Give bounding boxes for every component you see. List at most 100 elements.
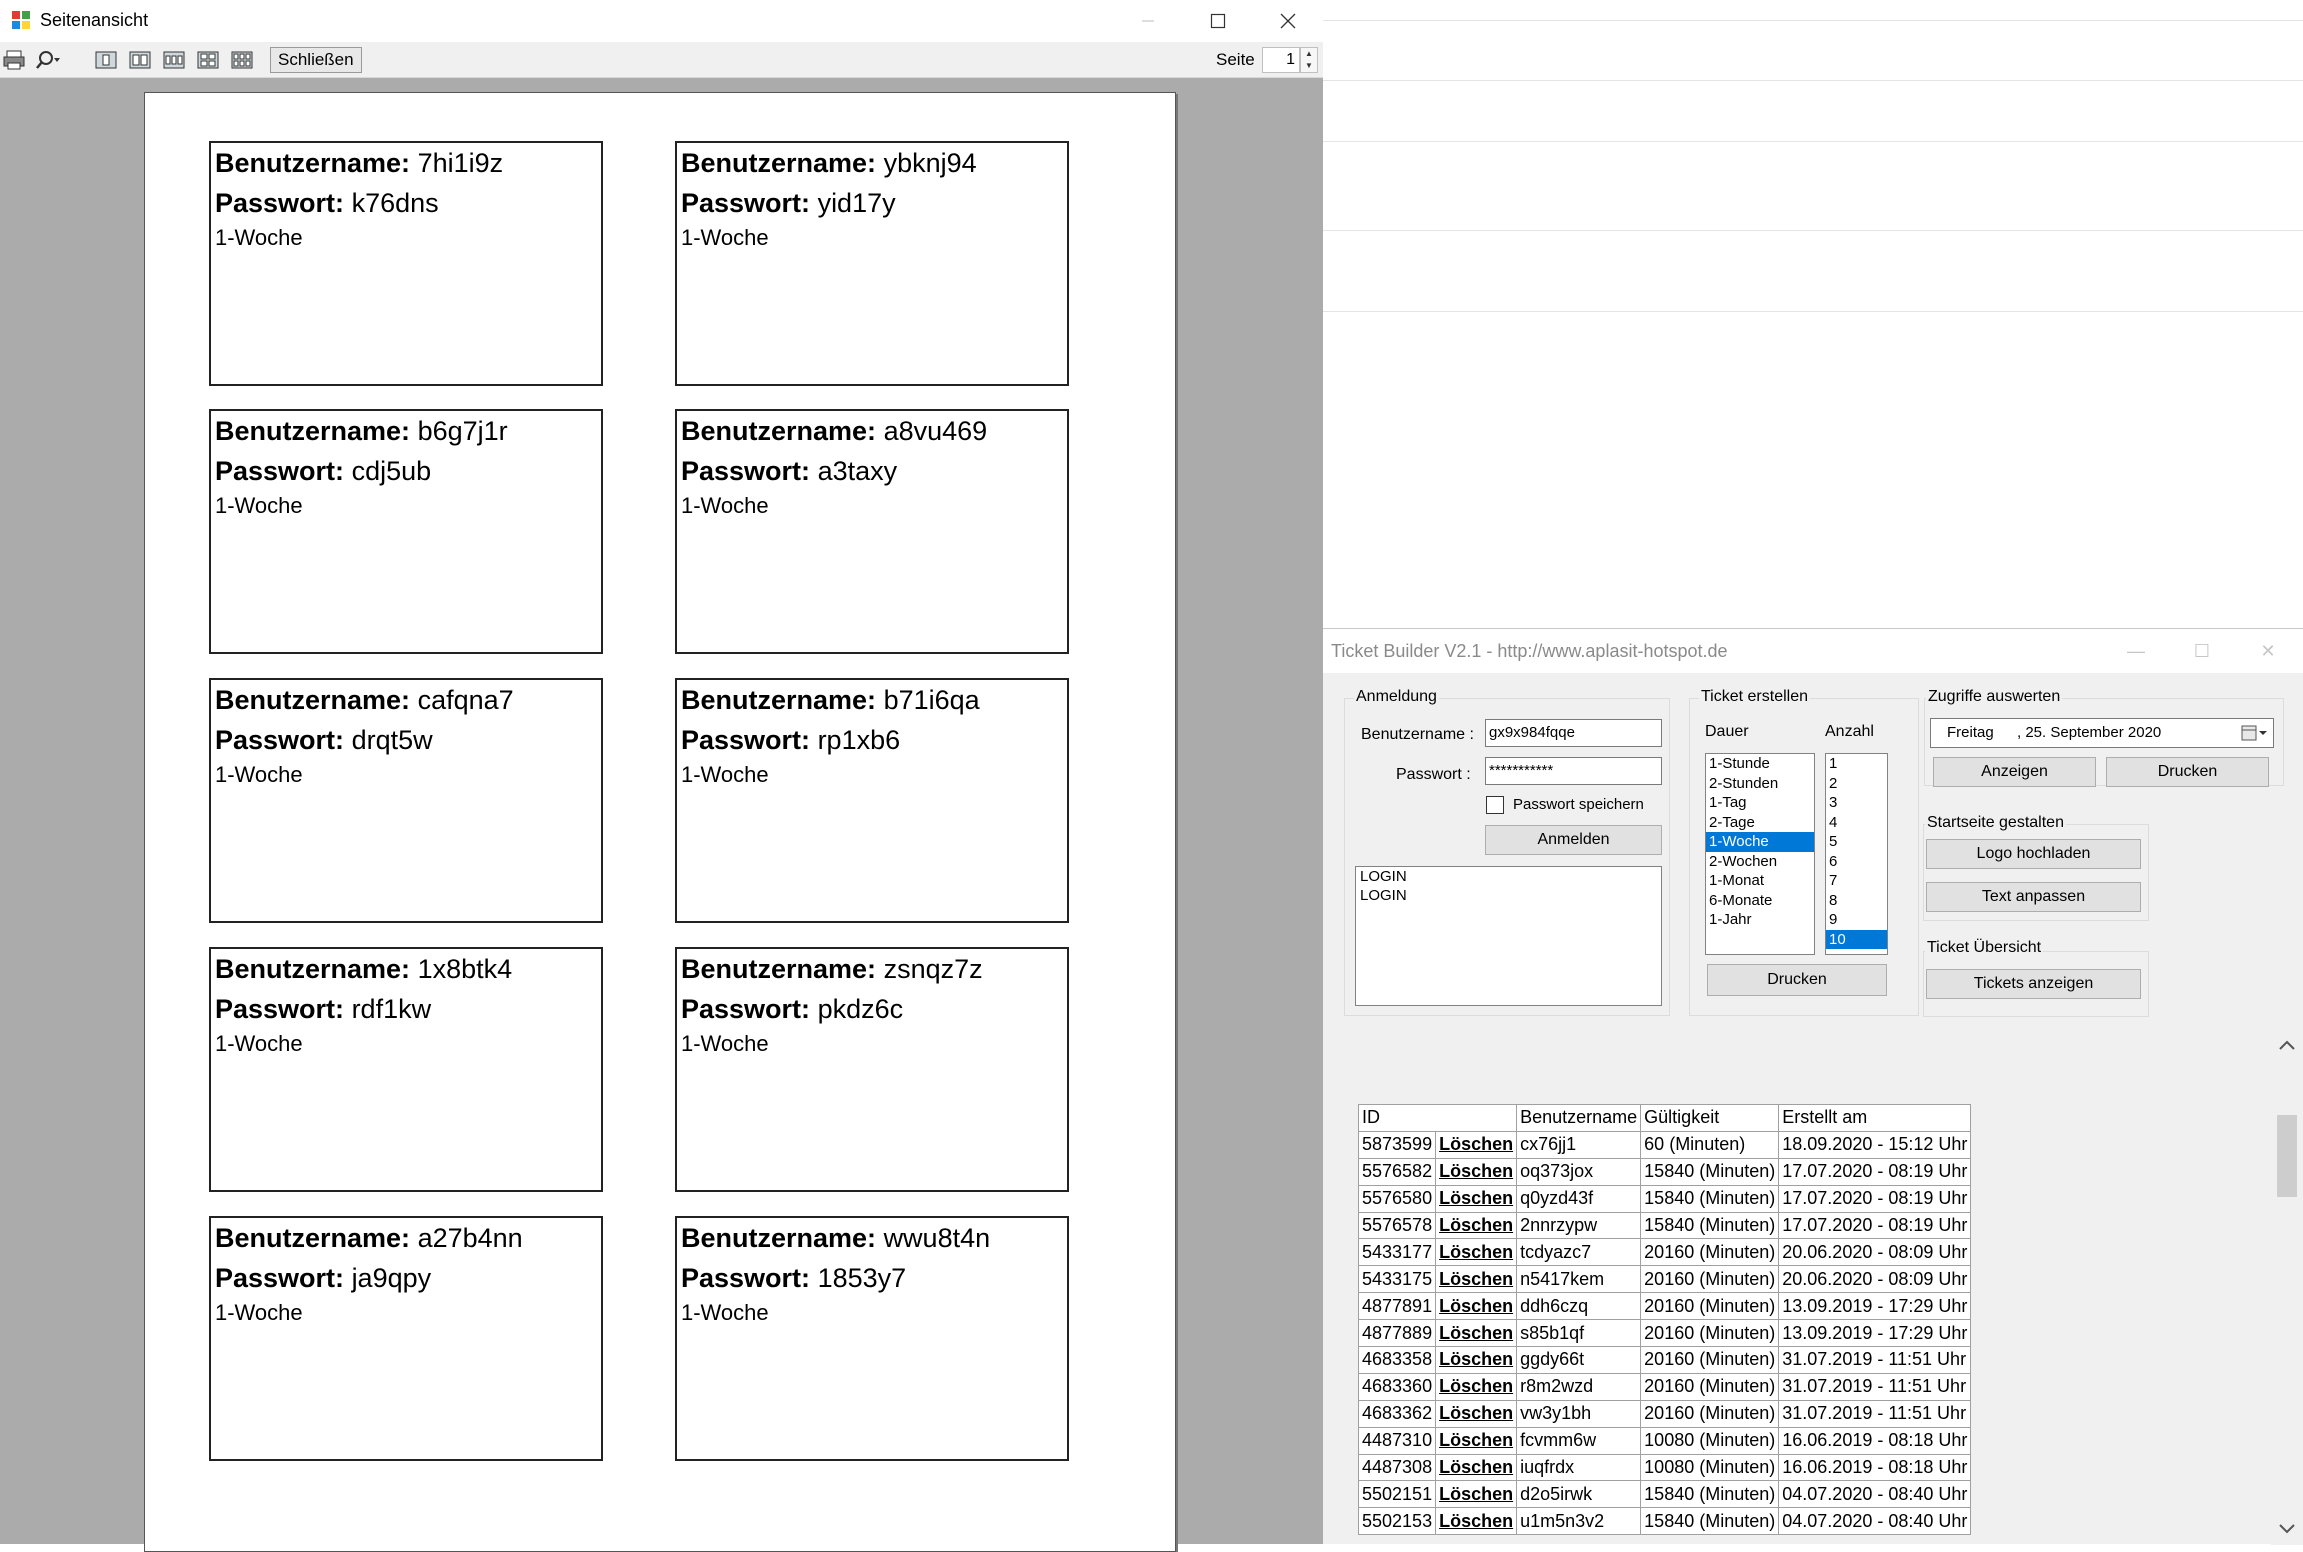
tb-maximize-button[interactable]: ☐ bbox=[2169, 629, 2235, 673]
username-label: Benutzername: bbox=[215, 416, 411, 446]
cell-created: 17.07.2020 - 08:19 Uhr bbox=[1778, 1157, 1972, 1186]
zoom-icon[interactable] bbox=[34, 49, 62, 71]
vertical-scrollbar[interactable] bbox=[2271, 1029, 2303, 1545]
close-window-button[interactable] bbox=[1253, 0, 1323, 42]
two-pages-icon[interactable] bbox=[128, 49, 152, 71]
delete-link[interactable]: Löschen bbox=[1435, 1399, 1518, 1428]
delete-link[interactable]: Löschen bbox=[1435, 1346, 1518, 1374]
edit-text-button[interactable]: Text anpassen bbox=[1926, 882, 2141, 912]
quantity-option[interactable]: 8 bbox=[1826, 891, 1887, 911]
quantity-option[interactable]: 5 bbox=[1826, 832, 1887, 852]
delete-link[interactable]: Löschen bbox=[1435, 1426, 1518, 1455]
password-label: Passwort: bbox=[215, 456, 345, 486]
minimize-button[interactable] bbox=[1113, 0, 1183, 42]
date-picker[interactable]: Freitag , 25. September 2020 bbox=[1930, 718, 2274, 748]
delete-link[interactable]: Löschen bbox=[1435, 1453, 1518, 1482]
upload-logo-button[interactable]: Logo hochladen bbox=[1926, 839, 2141, 869]
password-label: Passwort: bbox=[215, 725, 345, 755]
minimize-icon bbox=[1142, 20, 1154, 22]
four-pages-icon[interactable] bbox=[196, 49, 220, 71]
page-spinner[interactable]: ▲ ▼ bbox=[1300, 47, 1318, 73]
one-page-icon[interactable] bbox=[94, 49, 118, 71]
tb-close-button[interactable]: ✕ bbox=[2235, 629, 2301, 673]
ticket-card: Benutzername: ybknj94 Passwort: yid17y 1… bbox=[675, 141, 1069, 386]
table-row: 4683362 Löschen vw3y1bh 20160 (Minuten) 31.0… bbox=[1357, 1399, 1972, 1428]
header-username: Benutzername bbox=[1516, 1104, 1642, 1132]
print-tickets-button[interactable]: Drucken bbox=[1707, 964, 1887, 996]
cell-id: 4487310 bbox=[1357, 1426, 1437, 1455]
background-divider bbox=[1323, 311, 2303, 312]
three-pages-icon[interactable] bbox=[162, 49, 186, 71]
minimize-icon: — bbox=[2127, 640, 2145, 661]
username-value: a8vu469 bbox=[883, 416, 988, 446]
quantity-option[interactable]: 4 bbox=[1826, 813, 1887, 833]
close-icon bbox=[1280, 13, 1296, 29]
duration-option[interactable]: 1-Monat bbox=[1706, 871, 1814, 891]
delete-link[interactable]: Löschen bbox=[1435, 1157, 1518, 1186]
duration-option[interactable]: 1-Tag bbox=[1706, 793, 1814, 813]
ticket-card: Benutzername: wwu8t4n Passwort: 1853y7 1… bbox=[675, 1216, 1069, 1461]
maximize-button[interactable] bbox=[1183, 0, 1253, 42]
spin-up-icon[interactable]: ▲ bbox=[1301, 48, 1317, 60]
print-icon[interactable] bbox=[2, 49, 26, 71]
ticket-card: Benutzername: b71i6qa Passwort: rp1xb6 1… bbox=[675, 678, 1069, 923]
duration-text: 1-Woche bbox=[681, 1300, 769, 1325]
quantity-option[interactable]: 7 bbox=[1826, 871, 1887, 891]
username-field-label: Benutzername : bbox=[1361, 726, 1474, 743]
remember-password-checkbox[interactable] bbox=[1486, 796, 1504, 814]
calendar-dropdown-icon[interactable] bbox=[2241, 725, 2267, 741]
app-icon bbox=[12, 11, 30, 29]
delete-link[interactable]: Löschen bbox=[1435, 1319, 1518, 1348]
duration-option[interactable]: 2-Stunden bbox=[1706, 774, 1814, 794]
delete-link[interactable]: Löschen bbox=[1435, 1130, 1518, 1159]
cell-username: s85b1qf bbox=[1516, 1319, 1642, 1348]
delete-link[interactable]: Löschen bbox=[1435, 1507, 1518, 1536]
duration-listbox[interactable]: 1-Stunde 2-Stunden 1-Tag 2-Tage 1-Woche … bbox=[1705, 753, 1815, 955]
delete-link[interactable]: Löschen bbox=[1435, 1211, 1518, 1240]
spin-down-icon[interactable]: ▼ bbox=[1301, 60, 1317, 72]
close-preview-button[interactable]: Schließen bbox=[270, 47, 362, 73]
scroll-down-button[interactable] bbox=[2271, 1513, 2303, 1545]
scrollbar-thumb[interactable] bbox=[2277, 1115, 2297, 1197]
table-row: 4487310 Löschen fcvmm6w 10080 (Minuten) 16.0… bbox=[1357, 1426, 1972, 1455]
table-row: 5576580 Löschen q0yzd43f 15840 (Minuten) 17.… bbox=[1357, 1184, 1972, 1213]
quantity-option[interactable]: 6 bbox=[1826, 852, 1887, 872]
delete-link[interactable]: Löschen bbox=[1435, 1372, 1518, 1401]
table-row: 4877891 Löschen ddh6czq 20160 (Minuten) 13.0… bbox=[1357, 1292, 1972, 1321]
duration-option-selected[interactable]: 1-Woche bbox=[1706, 832, 1814, 852]
delete-link[interactable]: Löschen bbox=[1435, 1184, 1518, 1213]
login-button[interactable]: Anmelden bbox=[1485, 825, 1662, 855]
table-header-row: ID Benutzername Gültigkeit Erstellt am bbox=[1357, 1104, 1972, 1132]
quantity-option[interactable]: 1 bbox=[1826, 754, 1887, 774]
print-stats-button[interactable]: Drucken bbox=[2106, 757, 2269, 787]
duration-option[interactable]: 2-Wochen bbox=[1706, 852, 1814, 872]
delete-link[interactable]: Löschen bbox=[1435, 1292, 1518, 1321]
cell-validity: 15840 (Minuten) bbox=[1640, 1157, 1780, 1186]
username-input[interactable]: gx9x984fqqe bbox=[1485, 719, 1662, 747]
delete-link[interactable]: Löschen bbox=[1435, 1480, 1518, 1509]
scroll-up-button[interactable] bbox=[2271, 1029, 2303, 1061]
tb-minimize-button[interactable]: — bbox=[2103, 629, 2169, 673]
table-row: 5502151 Löschen d2o5irwk 15840 (Minuten) 04.… bbox=[1357, 1480, 1972, 1509]
show-tickets-button[interactable]: Tickets anzeigen bbox=[1926, 969, 2141, 999]
quantity-option[interactable]: 9 bbox=[1826, 910, 1887, 930]
delete-link[interactable]: Löschen bbox=[1435, 1265, 1518, 1294]
quantity-option[interactable]: 3 bbox=[1826, 793, 1887, 813]
cell-username: u1m5n3v2 bbox=[1516, 1507, 1642, 1536]
show-stats-button[interactable]: Anzeigen bbox=[1933, 757, 2096, 787]
duration-option[interactable]: 6-Monate bbox=[1706, 891, 1814, 911]
six-pages-icon[interactable] bbox=[230, 49, 254, 71]
duration-option[interactable]: 1-Jahr bbox=[1706, 910, 1814, 930]
quantity-option[interactable]: 2 bbox=[1826, 774, 1887, 794]
duration-option[interactable]: 1-Stunde bbox=[1706, 754, 1814, 774]
password-input[interactable]: *********** bbox=[1485, 757, 1662, 785]
cell-username: ggdy66t bbox=[1516, 1346, 1642, 1374]
page-number-input[interactable]: 1 bbox=[1262, 47, 1300, 73]
username-value: cafqna7 bbox=[417, 685, 514, 715]
delete-link[interactable]: Löschen bbox=[1435, 1238, 1518, 1267]
cell-created: 16.06.2019 - 08:18 Uhr bbox=[1778, 1453, 1972, 1482]
quantity-listbox[interactable]: 1 2 3 4 5 6 7 8 9 10 bbox=[1825, 753, 1888, 955]
quantity-option-selected[interactable]: 10 bbox=[1826, 929, 1887, 949]
username-value: zsnqz7z bbox=[883, 954, 983, 984]
duration-option[interactable]: 2-Tage bbox=[1706, 813, 1814, 833]
